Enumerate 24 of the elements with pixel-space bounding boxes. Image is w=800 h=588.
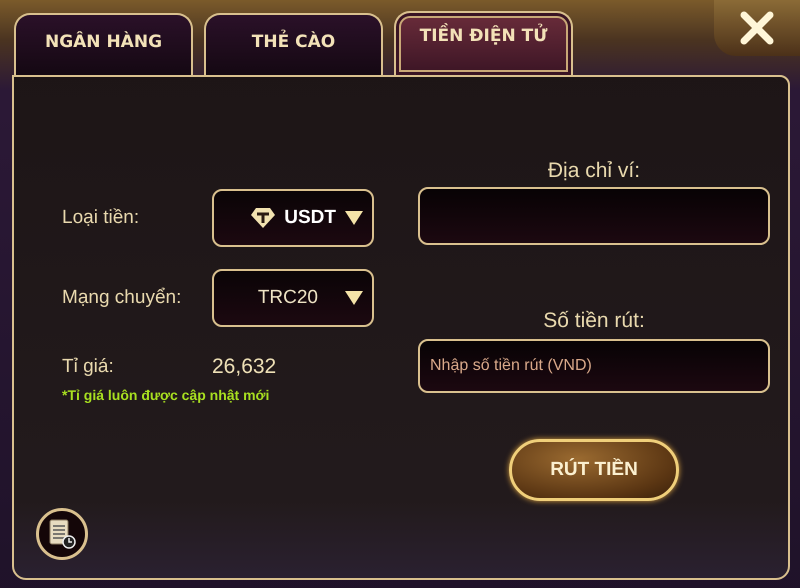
document-clock-icon	[47, 518, 77, 550]
wallet-address-field[interactable]	[418, 187, 770, 245]
rate-note: *Tỉ giá luôn được cập nhật mới	[62, 387, 270, 403]
field-label: Số tiền rút:	[542, 308, 646, 334]
withdraw-button[interactable]: RÚT TIỀN	[509, 439, 679, 501]
rate-value: 26,632	[212, 355, 278, 379]
tab[interactable]: THẺ CÀO	[204, 13, 383, 75]
diamond-icon	[250, 207, 276, 229]
history-button[interactable]	[36, 508, 88, 560]
amount-field[interactable]: Nhập số tiền rút (VND)	[418, 339, 770, 393]
field-label: Loại tiền:	[62, 207, 140, 229]
select-value: TRC20	[258, 287, 318, 309]
close-button[interactable]	[714, 0, 800, 56]
tab[interactable]: NGÂN HÀNG	[14, 13, 193, 75]
field-label: Địa chỉ ví:	[546, 158, 642, 184]
currency-select[interactable]: USDT	[212, 189, 374, 247]
rate-label: Tỉ giá:	[62, 356, 115, 378]
close-icon	[739, 10, 775, 46]
field-label: Mạng chuyển:	[62, 287, 182, 309]
select-value: USDT	[284, 207, 336, 229]
caret-icon	[344, 210, 364, 226]
caret-icon	[344, 290, 364, 306]
tab[interactable]: TIỀN ĐIỆN TỬ	[394, 11, 573, 75]
network-select[interactable]: TRC20	[212, 269, 374, 327]
